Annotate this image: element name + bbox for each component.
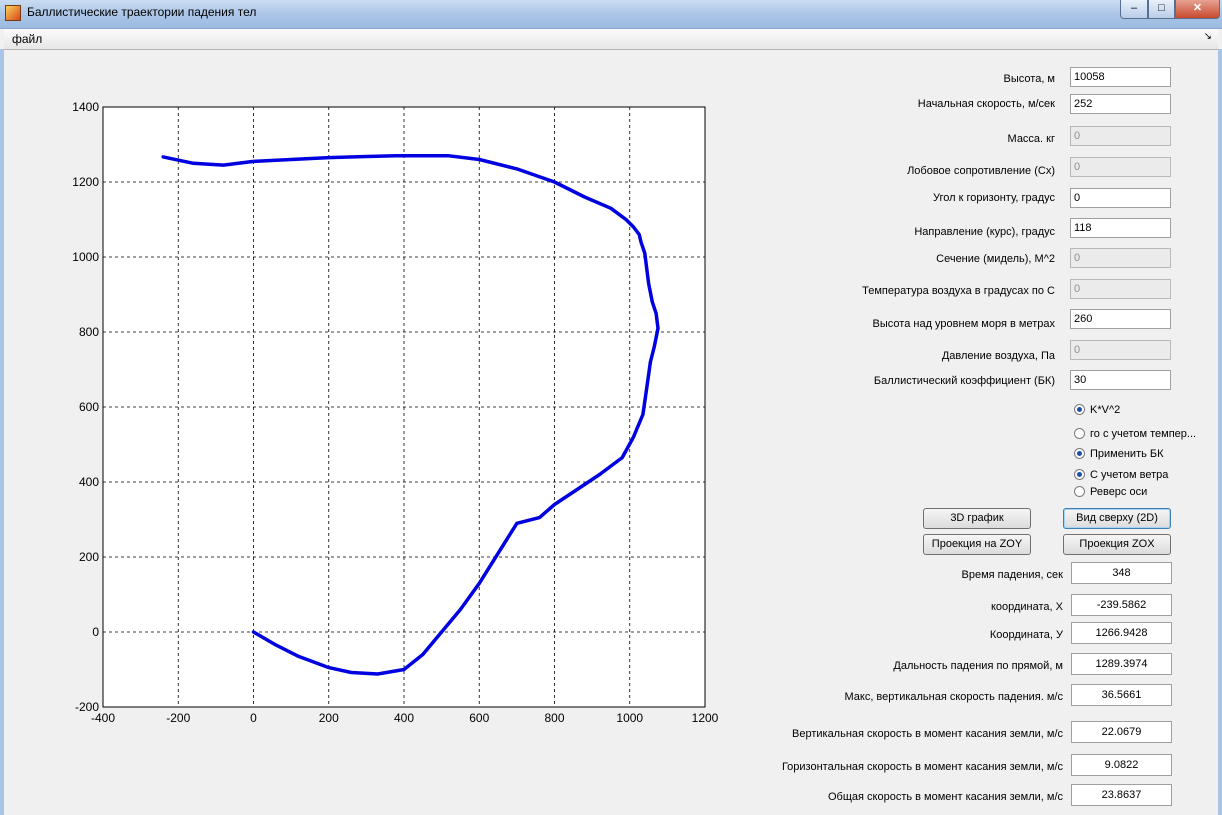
parameter-input: 0 [1070, 126, 1171, 146]
y-tick-label: 800 [79, 325, 99, 339]
parameter-input[interactable]: 252 [1070, 94, 1171, 114]
title-bar: Баллистические траектории падения тел – … [0, 0, 1222, 29]
result-output: 348 [1071, 562, 1172, 584]
y-tick-label: 400 [79, 475, 99, 489]
parameter-input: 0 [1070, 340, 1171, 360]
field-label: Начальная скорость, м/сек [917, 98, 1055, 110]
y-tick-label: 0 [92, 625, 99, 639]
result-output: -239.5862 [1071, 594, 1172, 616]
top-view-button[interactable]: Вид сверху (2D) [1063, 508, 1171, 529]
window-frame-right [1218, 49, 1222, 815]
field-label: Баллистический коэффициент (БК) [873, 375, 1055, 387]
option-radio[interactable]: Применить БК [1074, 448, 1164, 460]
x-tick-label: 800 [544, 711, 564, 725]
field-label: Направление (курс), градус [914, 226, 1055, 238]
x-tick-label: 400 [394, 711, 414, 725]
result-label: Координата, У [989, 629, 1063, 641]
dock-arrow-icon[interactable]: ↘ [1204, 31, 1212, 42]
radio-checked-icon[interactable] [1074, 448, 1085, 459]
minimize-button[interactable]: – [1120, 0, 1148, 19]
menu-file[interactable]: файл [12, 32, 42, 46]
option-label: го с учетом темпер... [1090, 428, 1197, 440]
x-tick-label: -200 [166, 711, 190, 725]
x-tick-label: 200 [319, 711, 339, 725]
x-tick-label: 600 [469, 711, 489, 725]
option-label: Применить БК [1090, 448, 1164, 460]
field-label: Масса. кг [1007, 133, 1055, 145]
y-tick-label: 600 [79, 400, 99, 414]
field-label: Высота, м [1003, 73, 1055, 85]
field-label: Угол к горизонту, градус [933, 192, 1055, 204]
result-output: 23.8637 [1071, 784, 1172, 806]
radio-checked-icon[interactable] [1074, 404, 1085, 415]
result-output: 22.0679 [1071, 721, 1172, 743]
result-label: Горизонтальная скорость в момент касания… [781, 761, 1063, 773]
close-button[interactable]: ✕ [1175, 0, 1220, 19]
parameter-input[interactable]: 30 [1070, 370, 1171, 390]
option-label: Реверс оси [1090, 486, 1148, 498]
result-label: Общая скорость в момент касания земли, м… [828, 791, 1063, 803]
option-label: K*V^2 [1090, 404, 1121, 416]
result-label: Время падения, сек [961, 569, 1063, 581]
parameter-input: 0 [1070, 248, 1171, 268]
projection-zoy-button[interactable]: Проекция на ZOY [923, 534, 1031, 555]
field-label: Лобовое сопротивление (Cx) [907, 165, 1055, 177]
y-tick-label: -200 [75, 700, 99, 714]
field-label: Давление воздуха, Па [941, 350, 1055, 362]
matlab-app-icon [5, 5, 21, 21]
radio-unchecked-icon[interactable] [1074, 486, 1085, 497]
y-tick-label: 1000 [72, 250, 99, 264]
x-tick-label: 1000 [616, 711, 643, 725]
result-output: 1289.3974 [1071, 653, 1172, 675]
option-radio[interactable]: K*V^2 [1074, 404, 1120, 416]
result-output: 9.0822 [1071, 754, 1172, 776]
maximize-button[interactable]: □ [1148, 0, 1175, 19]
option-radio[interactable]: Реверс оси [1074, 486, 1147, 498]
option-radio[interactable]: С учетом ветра [1074, 469, 1168, 481]
parameter-input: 0 [1070, 157, 1171, 177]
result-label: Дальность падения по прямой, м [893, 660, 1063, 672]
menu-bar: файл ↘ [4, 29, 1218, 50]
y-tick-label: 200 [79, 550, 99, 564]
trajectory-plot[interactable]: -400 -200 0 200 400 600 800 1000 1200-2000200400… [0, 49, 760, 815]
parameter-input: 0 [1070, 279, 1171, 299]
plot-3d-button[interactable]: 3D график [923, 508, 1031, 529]
field-label: Температура воздуха в градусах по С [862, 285, 1055, 297]
parameter-input[interactable]: 0 [1070, 188, 1171, 208]
result-label: Вертикальная скорость в момент касания з… [792, 728, 1063, 740]
option-radio[interactable]: го с учетом темпер... [1074, 428, 1196, 440]
x-tick-label: 1200 [692, 711, 719, 725]
y-tick-label: 1200 [72, 175, 99, 189]
projection-zox-button[interactable]: Проекция ZOX [1063, 534, 1171, 555]
result-output: 1266.9428 [1071, 622, 1172, 644]
field-label: Высота над уровнем моря в метрах [872, 318, 1055, 330]
radio-unchecked-icon[interactable] [1074, 428, 1085, 439]
result-label: координата, X [990, 601, 1063, 613]
parameter-input[interactable]: 260 [1070, 309, 1171, 329]
parameter-input[interactable]: 118 [1070, 218, 1171, 238]
parameter-input[interactable]: 10058 [1070, 67, 1171, 87]
radio-checked-icon[interactable] [1074, 469, 1085, 480]
y-tick-label: 1400 [72, 100, 99, 114]
result-output: 36.5661 [1071, 684, 1172, 706]
window-title: Баллистические траектории падения тел [27, 5, 257, 19]
x-tick-label: 0 [250, 711, 257, 725]
option-label: С учетом ветра [1090, 469, 1169, 481]
result-label: Макс, вертикальная скорость падения. м/с [844, 691, 1063, 703]
field-label: Сечение (мидель), М^2 [936, 253, 1055, 265]
